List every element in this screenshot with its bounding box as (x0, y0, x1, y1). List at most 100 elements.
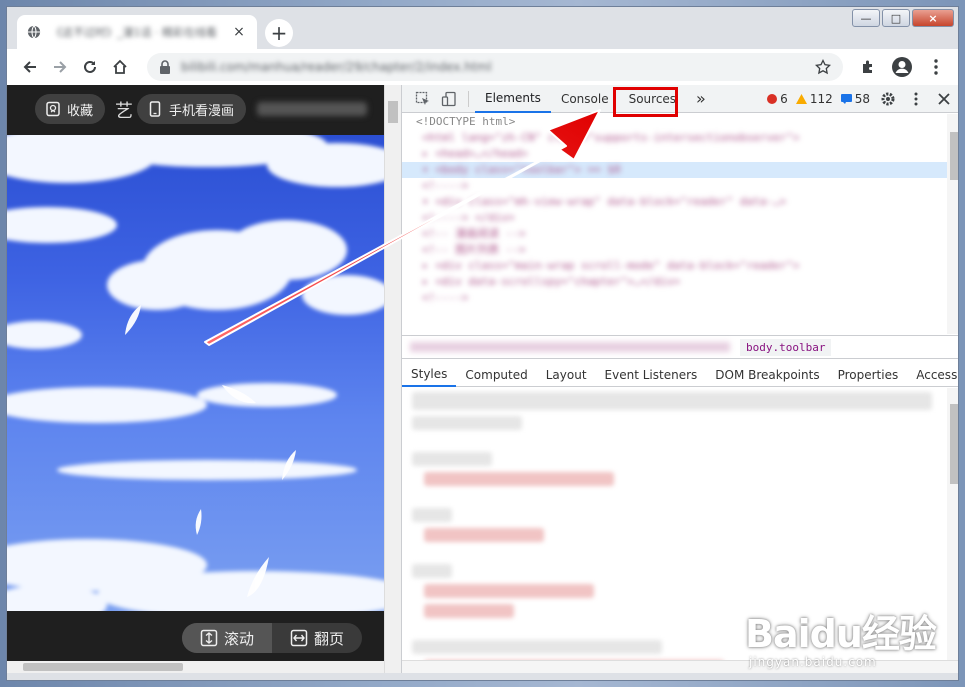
browser-window: 《这不过时》_漫1话 · 精彩在线看 × + — □ × bilibili.co… (6, 6, 959, 681)
dom-node[interactable]: ▸ <div class="main-wrap scroll-mode" dat… (402, 258, 958, 274)
tab-layout[interactable]: Layout (537, 363, 596, 387)
tab-dom-breakpoints[interactable]: DOM Breakpoints (706, 363, 828, 387)
doctype-line[interactable]: <!DOCTYPE html> (402, 114, 958, 130)
page-mode-label: 翻页 (313, 629, 344, 648)
style-declaration[interactable] (424, 472, 614, 486)
tab-elements[interactable]: Elements (475, 85, 551, 113)
dom-node[interactable]: ▾ <div class="mh-view-wrap" data-block="… (402, 194, 958, 210)
style-rule[interactable] (412, 640, 662, 654)
elements-scrollbar[interactable] (947, 114, 958, 334)
warning-icon (795, 94, 807, 104)
kebab-menu-icon (914, 92, 918, 106)
styles-tab-bar: Styles Computed Layout Event Listeners D… (402, 363, 958, 387)
close-tab-icon[interactable]: × (231, 24, 247, 40)
page-mode-button[interactable]: 翻页 (272, 623, 362, 653)
watermark-brand: Baidu经验 (745, 612, 937, 656)
window-close-button[interactable]: × (912, 9, 954, 27)
comic-title: 艺 (115, 101, 133, 122)
star-icon[interactable] (815, 59, 831, 75)
style-declaration[interactable] (424, 604, 514, 618)
error-icon (767, 94, 778, 104)
home-button[interactable] (105, 52, 135, 82)
inspect-element-button[interactable] (410, 86, 436, 112)
styles-scroll-thumb[interactable] (950, 404, 958, 484)
blurred-title (257, 102, 367, 116)
dom-node[interactable]: <html lang="zh-CN" class="supports-inter… (402, 130, 958, 146)
devtools-tab-bar: Elements Console Sources » 6 112 58 (402, 85, 958, 117)
page-horizontal-scrollbar[interactable] (7, 661, 384, 673)
page-hscroll-thumb[interactable] (23, 663, 183, 671)
dom-node[interactable]: <!----> </div> (402, 210, 958, 226)
tab-event-listeners[interactable]: Event Listeners (596, 363, 707, 387)
style-declaration[interactable] (424, 584, 594, 598)
lock-icon (160, 60, 170, 74)
page-vscroll-thumb[interactable] (388, 101, 398, 123)
page-vertical-scrollbar[interactable] (384, 85, 401, 673)
reload-icon (84, 60, 96, 73)
dom-node[interactable]: ▸ <div data-scrollspy="chapter">…</div> (402, 274, 958, 290)
style-rule[interactable] (412, 416, 522, 430)
reader-top-bar: 艺 收藏 手机看漫画 (7, 85, 384, 135)
toolbar-right (854, 53, 950, 81)
profile-button[interactable] (888, 53, 916, 81)
message-count: 58 (840, 92, 870, 106)
dom-node[interactable]: <!----> (402, 178, 958, 194)
page-horizontal-icon (290, 629, 308, 647)
scroll-mode-label: 滚动 (223, 629, 254, 648)
dom-node[interactable]: <!----> (402, 290, 958, 306)
baidu-watermark: Baidu经验 jingyan.baidu.com (745, 597, 955, 677)
devtools-close-button[interactable] (932, 87, 956, 111)
tab-properties[interactable]: Properties (829, 363, 908, 387)
dom-node[interactable]: <!-- 图片列表 --> (402, 242, 958, 258)
forward-button[interactable] (45, 52, 75, 82)
back-button[interactable] (15, 52, 45, 82)
dom-node-selected[interactable]: ▾ <body class="toolbar"> == $0 (402, 162, 958, 178)
reload-button[interactable] (75, 52, 105, 82)
tab-styles[interactable]: Styles (402, 363, 457, 387)
puzzle-icon (863, 60, 872, 73)
browser-toolbar: bilibili.com/manhua/reader/29/chapter/2/… (7, 49, 958, 85)
dom-node[interactable]: <!-- 漫画阅读 --> (402, 226, 958, 242)
device-icon (441, 91, 456, 106)
bookmark-icon (46, 101, 60, 117)
tab-accessibility[interactable]: Accessibility (907, 363, 958, 387)
dom-node[interactable]: ▸ <head>…</head> (402, 146, 958, 162)
mobile-read-button[interactable]: 手机看漫画 (137, 94, 247, 124)
devtools-panel: Elements Console Sources » 6 112 58 <!DO… (401, 85, 958, 673)
avatar-icon (892, 57, 912, 77)
elements-scroll-thumb[interactable] (950, 132, 958, 180)
inspect-cursor-icon (415, 91, 429, 105)
more-tabs-button[interactable]: » (686, 85, 716, 113)
style-rule[interactable] (412, 452, 492, 466)
filter-input[interactable] (412, 392, 932, 410)
tab-computed[interactable]: Computed (456, 363, 536, 387)
style-declaration[interactable] (424, 528, 544, 542)
sky-clouds-illustration (7, 135, 384, 611)
address-bar[interactable]: bilibili.com/manhua/reader/29/chapter/2/… (147, 53, 843, 81)
style-rule[interactable] (412, 564, 452, 578)
elements-tree: <!DOCTYPE html> <html lang="zh-CN" class… (402, 114, 958, 334)
new-tab-button[interactable]: + (265, 19, 293, 47)
error-count: 6 (767, 92, 788, 106)
tab-console[interactable]: Console (551, 85, 619, 113)
mobile-label: 手机看漫画 (169, 103, 235, 119)
blurred-breadcrumb (410, 342, 730, 352)
browser-tab[interactable]: 《这不过时》_漫1话 · 精彩在线看 × (17, 15, 257, 49)
style-rule[interactable] (412, 508, 452, 522)
devtools-menu-button[interactable] (904, 87, 928, 111)
issue-counters[interactable]: 6 112 58 (767, 85, 870, 113)
favorite-button[interactable]: 收藏 (35, 94, 106, 124)
devtools-settings-button[interactable] (876, 87, 900, 111)
close-icon (938, 93, 950, 105)
breadcrumb-current[interactable]: body.toolbar (740, 338, 832, 356)
tab-strip: 《这不过时》_漫1话 · 精彩在线看 × + — □ × (7, 7, 958, 49)
reader-bottom-bar: 滚动 翻页 (7, 611, 384, 661)
minimize-button[interactable]: — (852, 9, 880, 27)
device-toolbar-button[interactable] (436, 86, 462, 112)
message-icon (840, 94, 852, 104)
reading-mode-switch: 滚动 翻页 (182, 623, 362, 653)
extensions-button[interactable] (854, 53, 882, 81)
scroll-mode-button[interactable]: 滚动 (182, 623, 272, 653)
maximize-button[interactable]: □ (882, 9, 910, 27)
menu-button[interactable] (922, 53, 950, 81)
